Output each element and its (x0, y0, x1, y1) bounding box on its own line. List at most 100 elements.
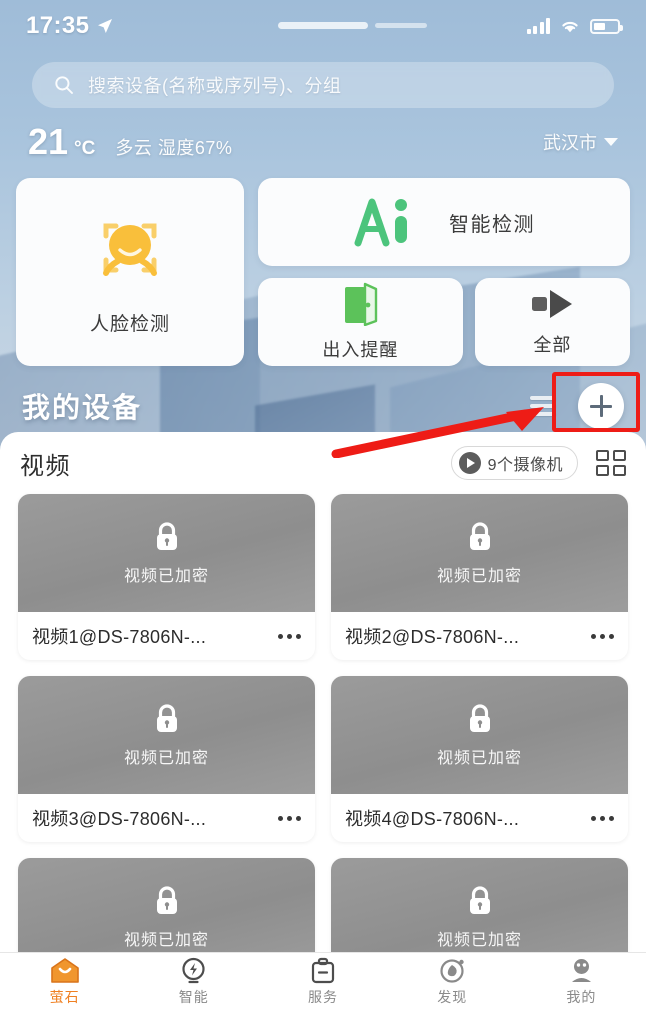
lock-icon (469, 521, 490, 550)
chevron-down-icon (604, 138, 618, 146)
tab-smart[interactable]: 智能 (129, 956, 258, 1007)
encrypted-label: 视频已加密 (436, 931, 522, 949)
device-name: 视频1@DS-7806N-... (32, 627, 207, 647)
device-name: 视频2@DS-7806N-... (345, 627, 520, 647)
door-icon (345, 282, 378, 326)
search-placeholder: 搜索设备(名称或序列号)、分组 (88, 76, 342, 96)
bottom-tab-bar: 萤石 智能 服务 发现 我的 (0, 952, 646, 1010)
feature-door-label: 出入提醒 (322, 340, 399, 360)
device-list-sheet: 视频 9个摄像机 视频已加密 视频1@DS-7806N-... 视频已加密 视频… (0, 432, 646, 952)
feature-face-label: 人脸检测 (89, 313, 170, 335)
encrypted-label: 视频已加密 (436, 567, 522, 585)
play-circle-icon (458, 452, 481, 474)
device-name: 视频4@DS-7806N-... (345, 809, 520, 829)
feature-bottom-row: 出入提醒 全部 (258, 278, 630, 366)
sheet-header: 视频 9个摄像机 (0, 432, 646, 494)
device-thumbnail: 视频已加密 (18, 494, 315, 612)
city-selector[interactable]: 武汉市 (543, 129, 618, 155)
feature-ai-detection[interactable]: 智能检测 (258, 178, 630, 266)
device-card[interactable]: 视频已加密 视频3@DS-7806N-... (18, 676, 315, 842)
sheet-title: 视频 (20, 452, 71, 480)
sheet-header-actions: 9个摄像机 (450, 446, 626, 480)
tab-label: 服务 (308, 989, 338, 1005)
status-bar-right (526, 18, 623, 34)
lock-icon (156, 885, 177, 914)
search-icon (55, 76, 73, 94)
notch-bar-secondary (375, 23, 427, 28)
profile-icon (568, 956, 595, 984)
service-clipboard-icon (310, 956, 336, 984)
page-title: 我的设备 (22, 392, 143, 423)
wifi-icon (562, 21, 578, 33)
plus-add-icon (590, 395, 612, 417)
device-footer: 视频3@DS-7806N-... (18, 794, 315, 842)
more-dots-icon[interactable] (278, 815, 301, 821)
status-time: 17:35 (26, 12, 90, 39)
feature-all-label: 全部 (533, 335, 572, 355)
encrypted-label: 视频已加密 (123, 931, 209, 949)
search-input[interactable]: 搜索设备(名称或序列号)、分组 (32, 62, 614, 108)
my-devices-header: 我的设备 (0, 378, 646, 434)
device-thumbnail: 视频已加密 (331, 858, 628, 952)
grid-view-icon[interactable] (596, 450, 626, 476)
encrypted-label: 视频已加密 (123, 567, 209, 585)
device-card[interactable]: 视频已加密 (18, 858, 315, 952)
my-devices-actions (530, 383, 624, 429)
weather-temperature: 21 (28, 121, 69, 162)
tab-label: 发现 (437, 989, 468, 1005)
tab-label: 我的 (566, 989, 597, 1005)
tab-discover[interactable]: 发现 (388, 956, 517, 1007)
device-card[interactable]: 视频已加密 视频4@DS-7806N-... (331, 676, 628, 842)
encrypted-label: 视频已加密 (436, 749, 522, 767)
more-dots-icon[interactable] (591, 815, 614, 821)
feature-entry-reminder[interactable]: 出入提醒 (258, 278, 463, 366)
device-card[interactable]: 视频已加密 视频1@DS-7806N-... (18, 494, 315, 660)
tab-label: 萤石 (49, 989, 80, 1005)
more-dots-icon[interactable] (591, 633, 614, 639)
tab-profile[interactable]: 我的 (517, 956, 646, 1007)
tab-service[interactable]: 服务 (258, 956, 387, 1007)
device-thumbnail: 视频已加密 (331, 676, 628, 794)
feature-ai-label: 智能检测 (449, 213, 535, 236)
encrypted-label: 视频已加密 (123, 749, 209, 767)
smart-bulb-icon (180, 956, 207, 984)
lock-icon (156, 703, 177, 732)
face-detection-icon (103, 223, 157, 276)
home-ezviz-icon (50, 956, 80, 984)
feature-all[interactable]: 全部 (474, 278, 630, 366)
feature-face-detection[interactable]: 人脸检测 (16, 178, 244, 366)
location-arrow-icon (98, 19, 113, 33)
feature-right-column: 智能检测 出入提醒 全部 (258, 178, 630, 366)
weather-description: 多云 湿度67% (115, 138, 233, 158)
feature-cards: 人脸检测 智能检测 出入提醒 全部 (16, 178, 630, 366)
notch-bar (278, 22, 368, 29)
device-thumbnail: 视频已加密 (331, 494, 628, 612)
weather-bar: 21 °C 多云 湿度67% 武汉市 (28, 120, 618, 164)
city-name: 武汉市 (543, 133, 597, 153)
lock-icon (469, 703, 490, 732)
hamburger-menu-icon[interactable] (530, 396, 556, 416)
weather-info: 21 °C 多云 湿度67% (28, 121, 232, 163)
battery-icon (590, 18, 623, 34)
tab-label: 智能 (178, 989, 209, 1005)
arrow-all-icon (532, 290, 573, 318)
device-thumbnail: 视频已加密 (18, 676, 315, 794)
cellular-signal-icon (526, 18, 550, 34)
lock-icon (469, 885, 490, 914)
device-card[interactable]: 视频已加密 (331, 858, 628, 952)
lock-icon (156, 521, 177, 550)
device-footer: 视频2@DS-7806N-... (331, 612, 628, 660)
app-root: 17:35 搜索设备(名称或序列号)、分组 21 °C 多云 湿度67% 武汉市… (0, 0, 646, 1010)
more-dots-icon[interactable] (278, 633, 301, 639)
ai-icon (354, 198, 407, 247)
camera-count-label: 9个摄像机 (487, 457, 563, 474)
device-name: 视频3@DS-7806N-... (32, 809, 207, 829)
camera-count-pill[interactable]: 9个摄像机 (450, 446, 578, 480)
discover-icon (439, 956, 466, 984)
device-footer: 视频1@DS-7806N-... (18, 612, 315, 660)
device-card[interactable]: 视频已加密 视频2@DS-7806N-... (331, 494, 628, 660)
device-footer: 视频4@DS-7806N-... (331, 794, 628, 842)
add-device-button[interactable] (578, 383, 624, 429)
status-bar: 17:35 (0, 0, 646, 52)
tab-ezviz[interactable]: 萤石 (0, 956, 129, 1007)
